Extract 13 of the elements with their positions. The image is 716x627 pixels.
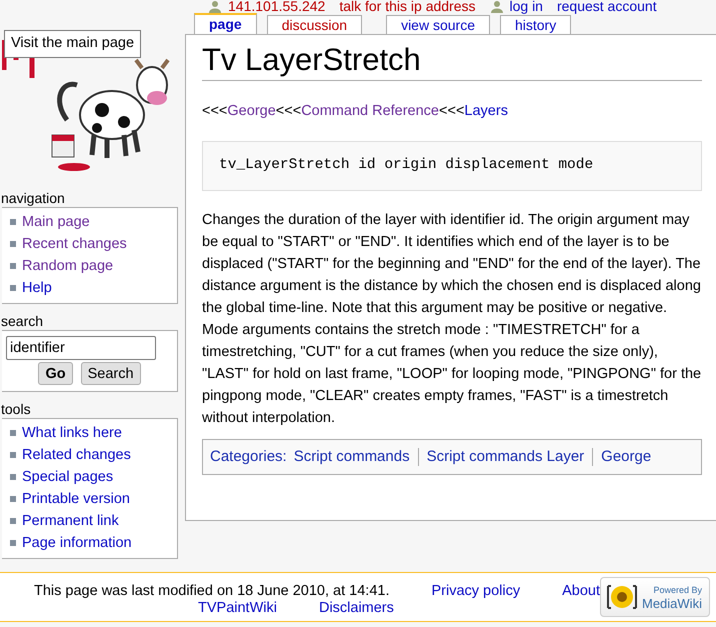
badge-caption: Powered By [652,584,702,597]
tooltip: Visit the main page [4,30,142,58]
search-heading: search [1,313,44,329]
code-block: tv_LayerStretch id origin displacement mode [202,140,702,190]
navigation-heading: navigation [1,190,66,206]
description-paragraph: Changes the duration of the layer with identifier id. The origin argument may be equal to "START" or "END". It identifies which end of the layer is to be displaced ("START" for the beginning and "END" for the end of the layer). The distance argument is the distance by which the chosen end is displaced along the global time-line. Note that this argument may be positive or negative. Mode arguments contains the stretch mode : "TIMESTRETCH" for a timestretching, "CUT" for a cut frames (when you reduce the size only), "LAST" for hold on last frame, "LOOP" for looping mode, "PINGPONG" for the pingpong mode, "CLEAR" creates empty frames, "FAST" is a timestretch without interpolation. [202,210,702,428]
breadcrumb-separator: <<< [276,103,302,119]
last-modified-text: This page was last modified on 18 June 2010, at 14:41. [34,583,390,600]
tools-heading: tools [1,401,32,417]
breadcrumb-separator: <<< [202,103,228,119]
page-title: Tv LayerStretch [202,43,702,81]
badge-title: MediaWiki [642,597,702,610]
breadcrumb-separator: <<< [439,103,464,119]
